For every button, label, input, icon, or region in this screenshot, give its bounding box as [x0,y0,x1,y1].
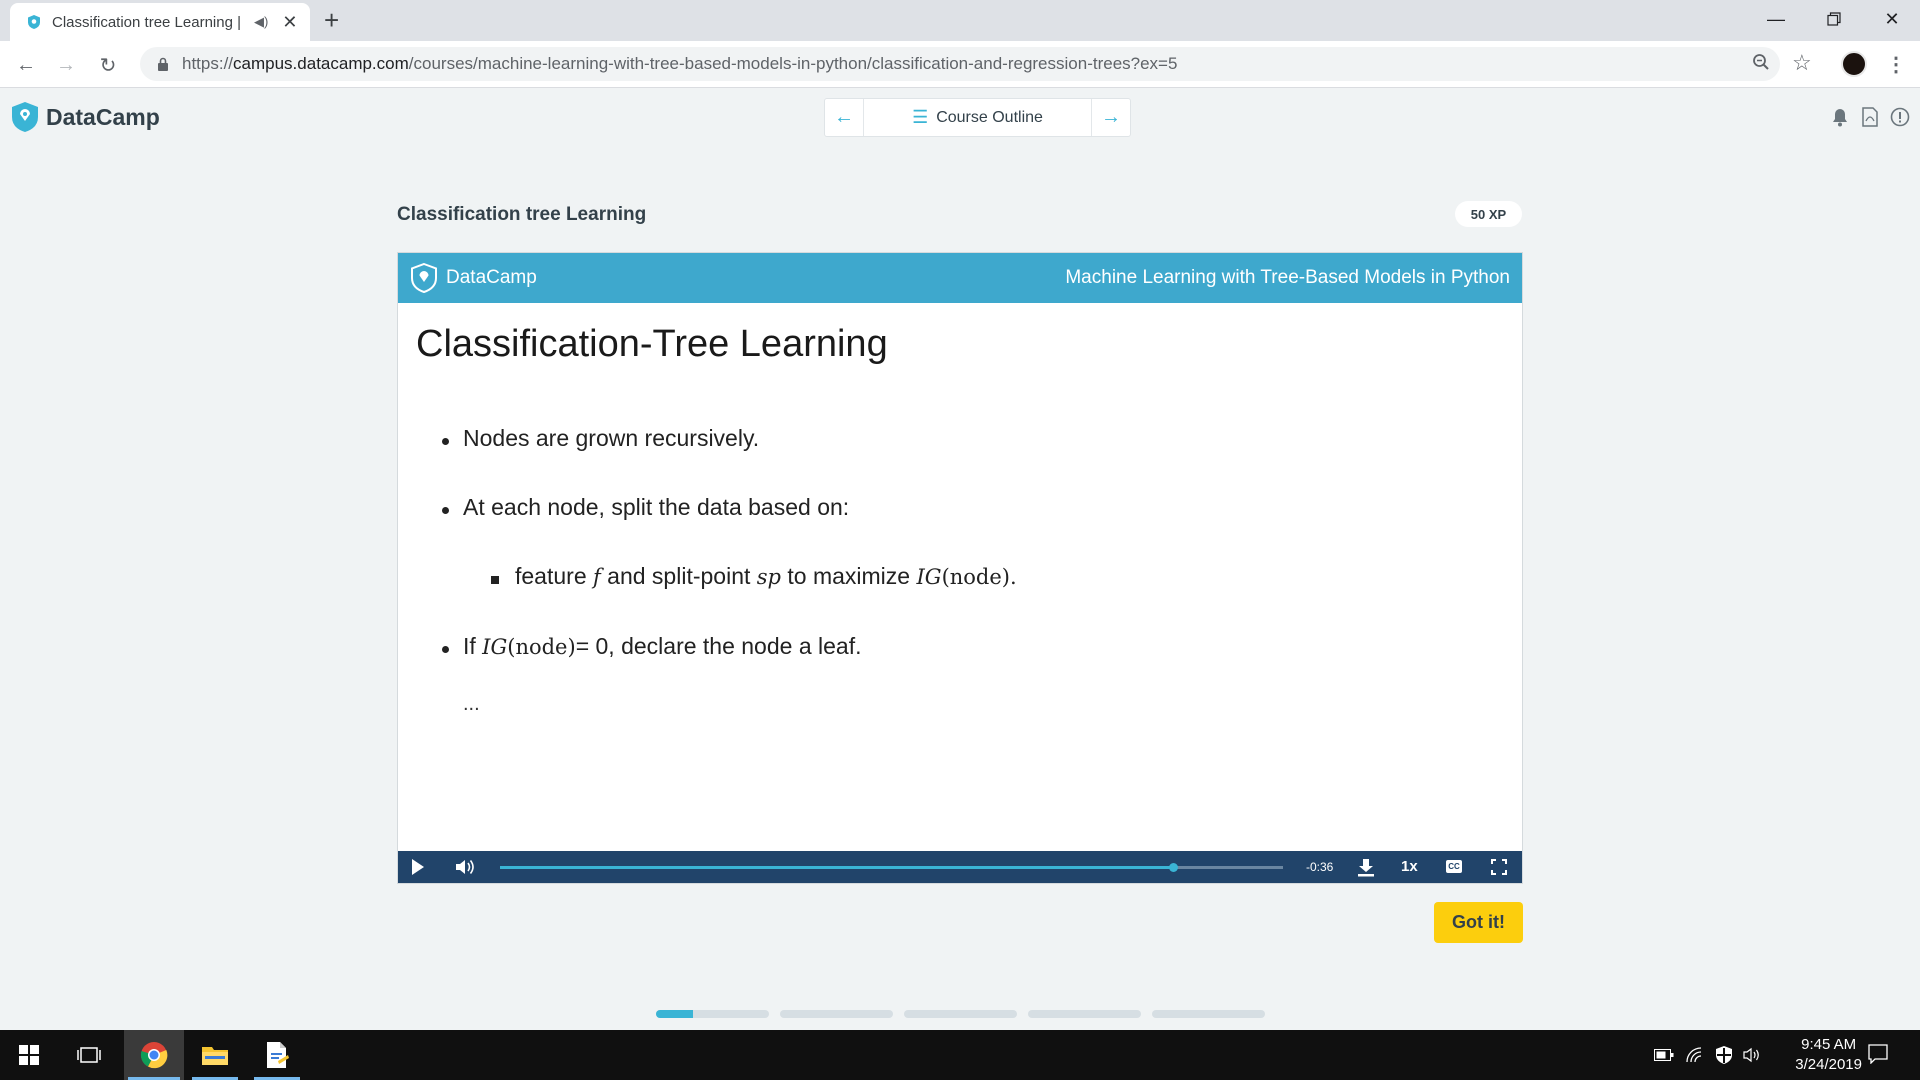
url-text: https://campus.datacamp.com/courses/mach… [182,54,1178,73]
minimize-icon[interactable]: — [1748,0,1804,38]
lesson-progress-fill [656,1010,694,1018]
zoom-icon[interactable] [1752,53,1770,76]
time-remaining: -0:36 [1306,860,1334,874]
lesson-progress-bar [656,1010,1265,1018]
sub-bullet-1: feature f and split-point sp to maximize… [515,563,1017,589]
bullet-dot [442,438,449,445]
slide-ellipsis: ... [463,693,480,715]
xp-badge: 50 XP [1455,201,1522,227]
video-seek-bar[interactable] [500,863,1283,872]
seek-bar-fill [500,866,1174,869]
video-controls: -0:36 1x CC [398,851,1522,883]
browser-tab[interactable]: Classification tree Learning | ◀) ✕ [10,3,310,41]
address-bar-row: ← → ↻ https://campus.datacamp.com/course… [0,41,1920,88]
exercise-title: Classification tree Learning [397,204,647,225]
taskbar-app-icon[interactable] [250,1030,304,1080]
got-it-button[interactable]: Got it! [1434,902,1523,943]
bullet-dot [442,507,449,514]
bullet-2: At each node, split the data based on: [463,494,850,520]
bullet-3: If IG(node)= 0, declare the node a leaf. [463,633,862,659]
taskbar-chrome-icon[interactable] [124,1030,184,1080]
header-actions [1830,106,1910,128]
security-shield-icon[interactable] [1714,1045,1734,1065]
lesson-progress-segment [780,1010,893,1018]
browser-menu-icon[interactable]: ⋮ [1886,52,1906,77]
bullet-1: Nodes are grown recursively. [463,425,760,451]
windows-start-icon[interactable] [0,1030,58,1080]
menu-icon: ☰ [912,107,929,127]
course-outline-label: Course Outline [936,108,1043,126]
lesson-progress-segment [1152,1010,1265,1018]
battery-icon[interactable] [1654,1045,1674,1065]
seek-bar-handle[interactable] [1169,863,1179,872]
taskbar-clock[interactable]: 9:45 AM 3/24/2019 [1795,1035,1862,1075]
window-close-icon[interactable]: ✕ [1864,0,1920,38]
clock-time: 9:45 AM [1801,1036,1857,1053]
bullet-dot [442,646,449,653]
lock-icon [158,57,168,71]
datacamp-shield-icon [12,102,38,132]
browser-tab-bar: Classification tree Learning | ◀) ✕ + — … [0,0,1920,41]
slide-bullets: Nodes are grown recursively. At each nod… [398,253,1522,883]
clock-date: 3/24/2019 [1795,1056,1862,1073]
url-field[interactable]: https://campus.datacamp.com/courses/mach… [140,47,1780,81]
back-arrow-icon[interactable]: ← [12,51,40,79]
course-outline-nav: ← ☰ Course Outline → [824,98,1131,137]
download-icon[interactable] [1356,857,1376,877]
datacamp-favicon-icon [28,15,40,29]
fullscreen-icon[interactable] [1491,859,1507,875]
playback-speed-button[interactable]: 1x [1401,858,1418,875]
bookmark-star-icon[interactable]: ☆ [1792,50,1812,76]
lesson-progress-segment [904,1010,1017,1018]
course-outline-button[interactable]: ☰ Course Outline [863,99,1092,136]
sub-bullet-square [491,576,499,584]
slides-pdf-icon[interactable] [1860,106,1880,128]
previous-exercise-arrow-icon[interactable]: ← [825,99,863,136]
action-center-icon[interactable] [1868,1044,1888,1064]
captions-icon[interactable]: CC [1446,860,1462,873]
restore-icon[interactable] [1806,0,1862,38]
new-tab-button[interactable]: + [324,6,339,34]
task-view-icon[interactable] [64,1030,114,1080]
lesson-progress-segment [1028,1010,1141,1018]
datacamp-logo[interactable]: DataCamp [10,101,160,133]
wifi-icon[interactable] [1685,1045,1705,1065]
play-icon[interactable] [412,859,424,875]
report-issue-icon[interactable] [1890,106,1910,128]
notification-bell-icon[interactable] [1830,106,1850,128]
tab-close-icon[interactable]: ✕ [282,13,297,31]
next-exercise-arrow-icon[interactable]: → [1092,99,1130,136]
tab-title: Classification tree Learning | [52,13,241,31]
reload-icon[interactable]: ↻ [94,51,122,79]
taskbar-file-explorer-icon[interactable] [188,1030,242,1080]
volume-icon[interactable] [454,857,476,877]
speaker-icon[interactable] [1742,1045,1762,1065]
lesson-progress-segment [656,1010,769,1018]
profile-avatar[interactable] [1841,51,1867,77]
video-player[interactable]: DataCamp Machine Learning with Tree-Base… [397,252,1523,884]
windows-taskbar: 9:45 AM 3/24/2019 [0,1030,1920,1080]
tab-audio-icon[interactable]: ◀) [254,14,268,30]
forward-arrow-icon[interactable]: → [52,51,80,79]
logo-text: DataCamp [46,103,160,130]
